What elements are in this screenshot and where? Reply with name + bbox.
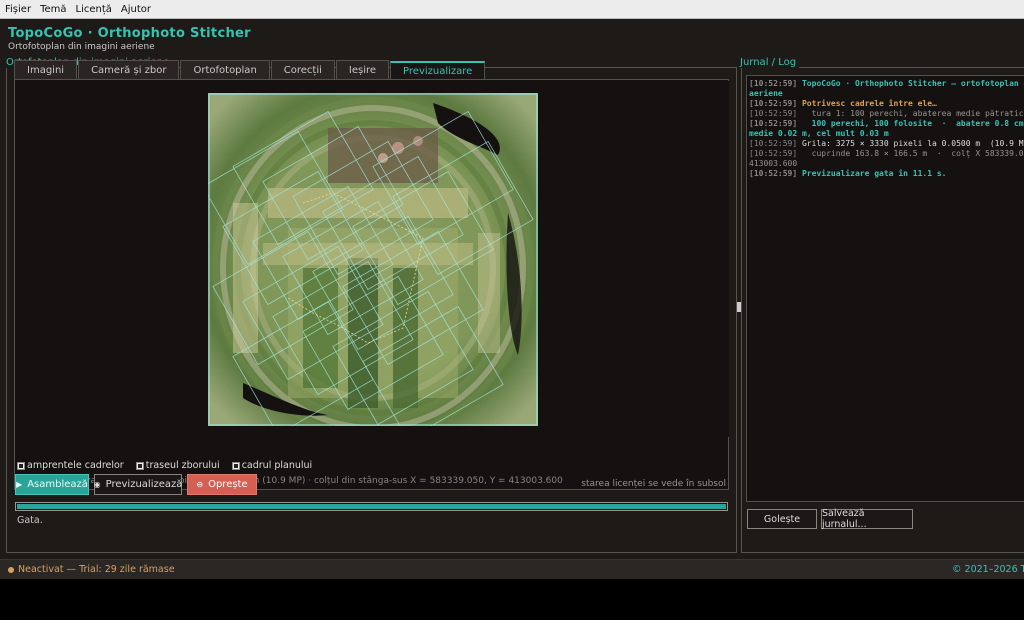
log-text: Potrivesc cadrele între ele… — [797, 99, 937, 108]
log-text: medie 0.02 m, cel mult 0.03 m — [749, 129, 889, 138]
preview-button[interactable]: ◉ Previzualizează — [94, 474, 182, 495]
checkbox-label: traseul zborului — [145, 460, 220, 471]
log-view[interactable]: [10:52:59] TopoCoGo · Orthophoto Stitche… — [746, 75, 1024, 502]
log-text: 100 perechi, 100 folosite · abatere 0.8 … — [797, 119, 1024, 128]
tab-images[interactable]: Imagini — [14, 60, 78, 79]
menu-help[interactable]: Ajutor — [120, 4, 152, 15]
app-title: TopoCoGo · Orthophoto Stitcher — [8, 26, 251, 41]
log-text: Previzualizare gata în 11.1 s. — [797, 169, 947, 178]
tab-bar: Imagini Cameră și zbor Ortofotoplan Core… — [14, 59, 486, 79]
checkbox-box[interactable] — [135, 461, 144, 470]
log-line: [10:52:59] TopoCoGo · Orthophoto Stitche… — [749, 79, 1024, 89]
checkbox-plan-frame[interactable]: cadrul planului — [231, 460, 313, 471]
log-line: [10:52:59] 100 perechi, 100 folosite · a… — [749, 119, 1024, 129]
log-line: 413003.600 — [749, 159, 1022, 169]
log-line: [10:52:59] Potrivesc cadrele între ele… — [749, 99, 1022, 109]
checkbox-label: amprentele cadrelor — [27, 460, 124, 471]
preview-canvas-area — [16, 81, 729, 437]
save-log-button[interactable]: Salvează jurnalul... — [821, 508, 913, 530]
tab-corrections[interactable]: Corecții — [270, 60, 335, 79]
license-status: Neactivat — Trial: 29 zile rămase — [8, 564, 175, 575]
log-timestamp: [10:52:59] — [749, 149, 798, 158]
eye-icon: ◉ — [93, 480, 101, 489]
log-line: medie 0.02 m, cel mult 0.03 m — [749, 129, 1022, 139]
log-line: [10:52:59] Previzualizare gata în 11.1 s… — [749, 169, 1022, 179]
log-text: cuprinde 163.8 × 166.5 m · colț X 583339… — [797, 149, 1024, 158]
checkbox-box[interactable] — [231, 461, 240, 470]
log-timestamp: [10:52:59] — [749, 99, 798, 108]
checkbox-box[interactable] — [17, 461, 25, 470]
tab-orthophoto[interactable]: Ortofotoplan — [180, 60, 270, 79]
log-text: 413003.600 — [749, 159, 798, 168]
log-timestamp: [10:52:59] — [749, 169, 798, 178]
assemble-button[interactable]: ▶ Asamblează — [15, 474, 89, 495]
stop-button[interactable]: ⊖ Oprește — [187, 474, 257, 495]
stop-icon: ⊖ — [196, 480, 204, 489]
log-timestamp: [10:52:59] — [749, 79, 798, 88]
preview-label: Previzualizează — [105, 479, 183, 490]
menu-license[interactable]: Licență — [75, 4, 113, 15]
log-text: aeriene — [749, 89, 783, 98]
progress-fill — [17, 504, 726, 509]
copyright: © 2021–2026 TopoCoGo — [952, 564, 1024, 575]
status-text: Gata. — [17, 515, 43, 526]
tab-camera-flight[interactable]: Cameră și zbor — [78, 60, 180, 79]
stop-label: Oprește — [208, 479, 248, 490]
checkbox-flight-path[interactable]: traseul zborului — [135, 460, 220, 471]
status-dot-icon — [8, 566, 14, 573]
right-panel-title: Jurnal / Log — [740, 57, 800, 68]
license-status-text: Neactivat — Trial: 29 zile rămase — [18, 564, 175, 575]
log-line: [10:52:59] Grila: 3275 × 3330 pixeli la … — [749, 139, 1024, 149]
panel-splitter-handle[interactable] — [737, 302, 741, 312]
orthophoto-preview-image[interactable] — [208, 93, 538, 426]
clear-log-button[interactable]: Golește — [747, 509, 817, 529]
preview-panel: amprentele cadrelor traseul zborului cad… — [14, 79, 729, 490]
app-subtitle: Ortofotoplan din imagini aeriene — [8, 42, 155, 52]
play-icon: ▶ — [16, 480, 23, 489]
log-timestamp: [10:52:59] — [749, 139, 798, 148]
status-bar: Neactivat — Trial: 29 zile rămase © 2021… — [0, 559, 1024, 579]
progress-bar — [15, 502, 728, 511]
checkbox-frame-footprints[interactable]: amprentele cadrelor — [17, 460, 124, 471]
log-line: [10:52:59] tura 1: 100 perechi, abaterea… — [749, 109, 1024, 119]
log-timestamp: [10:52:59] — [749, 109, 798, 118]
log-text: tura 1: 100 perechi, abaterea medie pătr… — [797, 109, 1024, 118]
assemble-label: Asamblează — [27, 479, 88, 490]
log-timestamp: [10:52:59] — [749, 119, 798, 128]
menu-file[interactable]: Fișier — [4, 4, 32, 15]
license-hint: starea licenței se vede în subsol — [581, 479, 726, 489]
log-text: Grila: 3275 × 3330 pixeli la 0.0500 m (1… — [797, 139, 1024, 148]
overlay-options: amprentele cadrelor traseul zborului cad… — [17, 460, 324, 471]
tab-output[interactable]: Ieșire — [335, 60, 390, 79]
menu-theme[interactable]: Temă — [39, 4, 67, 15]
checkbox-label: cadrul planului — [241, 460, 313, 471]
tab-preview[interactable]: Previzualizare — [390, 61, 486, 79]
menu-bar: Fișier Temă Licență Ajutor — [0, 0, 1024, 19]
log-line: aeriene — [749, 89, 1022, 99]
log-text: TopoCoGo · Orthophoto Stitcher — ortofot… — [797, 79, 1024, 88]
log-line: [10:52:59] cuprinde 163.8 × 166.5 m · co… — [749, 149, 1024, 159]
